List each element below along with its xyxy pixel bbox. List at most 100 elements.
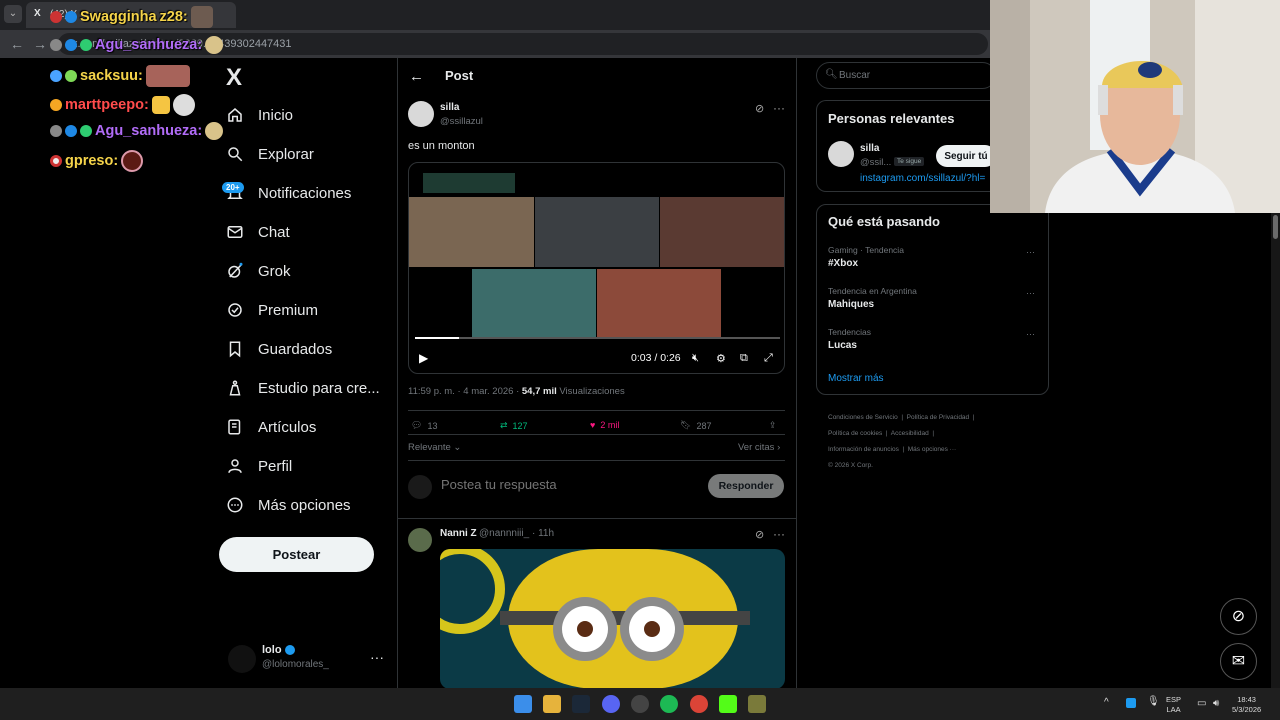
bookmark-action[interactable]: 🔖︎ 287 bbox=[680, 420, 711, 431]
video-frame-cell bbox=[409, 197, 534, 267]
chrome-icon[interactable] bbox=[690, 695, 708, 713]
footer-link[interactable]: Más opciones ··· bbox=[908, 446, 956, 453]
tray-chevron-icon[interactable]: ^ bbox=[1104, 697, 1109, 708]
network-icon[interactable]: ▭ bbox=[1197, 698, 1206, 709]
reply-input[interactable] bbox=[441, 477, 701, 492]
badge-icon bbox=[50, 70, 62, 82]
sidebar-item-label: Artículos bbox=[258, 418, 317, 436]
chat-user: sacksuu: bbox=[80, 68, 143, 84]
like-action[interactable]: ♥ 2 mil bbox=[590, 420, 619, 430]
sidebar-item-notificaciones[interactable]: Notificaciones bbox=[226, 184, 351, 202]
post-timestamp[interactable]: 11:59 p. m. · 4 mar. 2026 · bbox=[408, 386, 519, 397]
avatar[interactable] bbox=[828, 141, 854, 167]
avatar bbox=[228, 645, 256, 673]
page-scrollbar[interactable] bbox=[1271, 213, 1280, 688]
settings-gear-icon[interactable]: ⚙ bbox=[716, 352, 726, 365]
x-favicon-icon: X bbox=[34, 8, 41, 19]
app-icon[interactable] bbox=[748, 695, 766, 713]
post-author-handle[interactable]: @ssillazul bbox=[440, 116, 483, 127]
webcam-overlay bbox=[990, 0, 1280, 213]
footer-link[interactable]: Accesibilidad bbox=[891, 430, 929, 437]
tab-search-button[interactable]: ⌄ bbox=[4, 5, 22, 23]
language-indicator[interactable]: ESP LAA bbox=[1166, 695, 1181, 715]
more-dots-icon[interactable]: ··· bbox=[1026, 329, 1035, 339]
sidebar-item-articulos[interactable]: Artículos bbox=[226, 418, 316, 436]
kick-icon[interactable] bbox=[719, 695, 737, 713]
messages-fab-icon[interactable]: ✉ bbox=[1220, 643, 1257, 680]
more-dots-icon[interactable]: ··· bbox=[1026, 247, 1035, 257]
footer-link[interactable]: Información de anuncios bbox=[828, 446, 899, 453]
person-icon bbox=[226, 457, 244, 475]
trend-name[interactable]: Mahiques bbox=[828, 299, 874, 310]
clock[interactable]: 18:43 5/3/2026 bbox=[1232, 695, 1261, 715]
more-dots-icon[interactable]: ··· bbox=[773, 527, 785, 541]
sidebar-item-guardados[interactable]: Guardados bbox=[226, 340, 332, 358]
follow-button[interactable]: Seguir tú bbox=[936, 145, 996, 167]
spotify-icon[interactable] bbox=[660, 695, 678, 713]
account-switcher[interactable]: lolo @lolomorales_ ··· bbox=[228, 643, 388, 675]
relevant-handle[interactable]: @ssil... bbox=[860, 157, 891, 168]
repost-action[interactable]: ⇄ 127 bbox=[500, 420, 528, 431]
video-frame-cell bbox=[660, 197, 784, 267]
grok-explain-icon[interactable]: ⊘ bbox=[755, 528, 764, 541]
play-icon[interactable]: ▶ bbox=[419, 351, 428, 365]
footer-link[interactable]: Política de Privacidad bbox=[907, 414, 970, 421]
view-quotes-link[interactable]: Ver citas › bbox=[738, 442, 780, 453]
file-explorer-icon[interactable] bbox=[543, 695, 561, 713]
sidebar-item-inicio[interactable]: Inicio bbox=[226, 106, 293, 124]
avatar[interactable] bbox=[408, 101, 434, 127]
trend-name[interactable]: #Xbox bbox=[828, 258, 858, 269]
obs-icon[interactable] bbox=[631, 695, 649, 713]
share-action[interactable]: ⇪ bbox=[769, 420, 777, 431]
video-progress-bar[interactable] bbox=[415, 337, 780, 339]
search-input[interactable]: Buscar bbox=[816, 62, 996, 89]
sidebar-item-premium[interactable]: Premium bbox=[226, 301, 318, 319]
trend-name[interactable]: Lucas bbox=[828, 340, 857, 351]
sidebar-item-mas-opciones[interactable]: Más opciones bbox=[226, 496, 351, 514]
mute-icon[interactable]: 🔇︎ bbox=[692, 352, 699, 365]
reply-button[interactable]: Responder bbox=[708, 474, 784, 498]
footer-link[interactable]: Política de cookies bbox=[828, 430, 882, 437]
more-dots-icon[interactable]: ··· bbox=[773, 101, 785, 115]
footer-link[interactable]: Condiciones de Servicio bbox=[828, 414, 898, 421]
grok-explain-icon[interactable]: ⊘ bbox=[755, 102, 764, 115]
forward-icon[interactable]: → bbox=[33, 36, 47, 52]
tray-app-icon[interactable] bbox=[1126, 698, 1136, 708]
windows-start-icon[interactable] bbox=[514, 695, 532, 713]
sidebar-item-estudio[interactable]: Estudio para cre... bbox=[226, 379, 380, 397]
chat-user: Swagginha bbox=[80, 9, 157, 25]
show-more-link[interactable]: Mostrar más bbox=[828, 373, 884, 384]
x-logo[interactable]: X bbox=[226, 64, 242, 92]
discord-icon[interactable] bbox=[602, 695, 620, 713]
back-arrow-icon[interactable]: ← bbox=[409, 68, 424, 85]
post-author-name[interactable]: silla bbox=[440, 102, 459, 113]
volume-icon[interactable]: 🔊︎ bbox=[1213, 698, 1219, 709]
fullscreen-icon[interactable]: ⤢ bbox=[764, 352, 773, 365]
emote-image bbox=[121, 150, 144, 172]
scrollbar-thumb[interactable] bbox=[1273, 215, 1278, 239]
reply-gif[interactable] bbox=[440, 549, 785, 689]
sort-dropdown[interactable]: Relevante ⌄ bbox=[408, 442, 461, 453]
pip-icon[interactable]: ⧉ bbox=[740, 352, 748, 365]
bio-link[interactable]: instagram.com/ssillazul/?hl= bbox=[860, 173, 985, 184]
avatar[interactable] bbox=[408, 528, 432, 552]
sidebar-item-grok[interactable]: Grok bbox=[226, 262, 291, 280]
sidebar-item-perfil[interactable]: Perfil bbox=[226, 457, 292, 475]
video-player[interactable]: ▶ 0:03 / 0:26 🔇︎ ⚙ ⧉ ⤢ bbox=[408, 162, 785, 374]
more-dots-icon[interactable]: ··· bbox=[1026, 288, 1035, 298]
avatar bbox=[408, 475, 432, 499]
post-button[interactable]: Postear bbox=[219, 537, 374, 572]
sidebar-item-explorar[interactable]: Explorar bbox=[226, 145, 314, 163]
reply-author-handle[interactable]: @nannniii_ · 11h bbox=[479, 528, 554, 539]
more-dots-icon[interactable]: ··· bbox=[370, 649, 384, 665]
grok-fab-icon[interactable]: ⊘ bbox=[1220, 598, 1257, 635]
relevant-name[interactable]: silla bbox=[860, 143, 879, 154]
sidebar-item-label: Chat bbox=[258, 223, 290, 241]
divider bbox=[408, 434, 785, 435]
microphone-icon[interactable]: 🎙︎ bbox=[1147, 696, 1160, 707]
sidebar-item-chat[interactable]: Chat bbox=[226, 223, 290, 241]
back-icon[interactable]: ← bbox=[10, 36, 24, 52]
reply-author-name[interactable]: Nanni Z bbox=[440, 528, 477, 539]
reply-action[interactable]: 💬︎ 13 bbox=[411, 420, 437, 431]
steam-icon[interactable] bbox=[572, 695, 590, 713]
